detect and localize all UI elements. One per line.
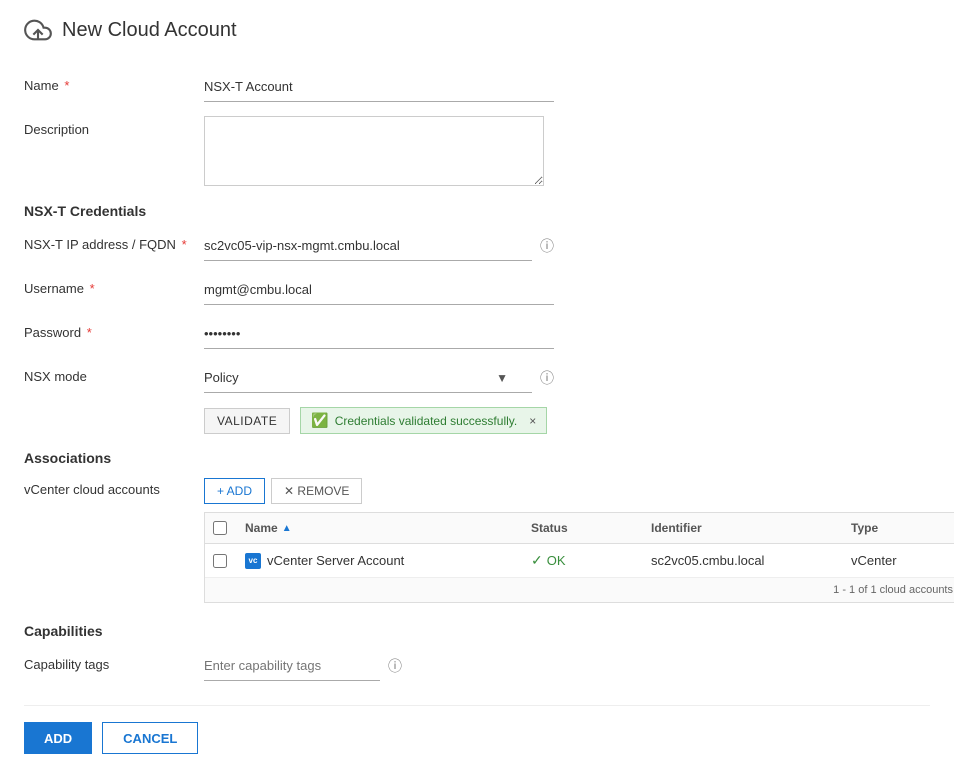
ip-info-icon[interactable]: ⓘ xyxy=(540,236,554,256)
name-field-wrapper xyxy=(204,72,554,102)
footer-buttons: ADD CANCEL xyxy=(24,705,930,754)
password-input[interactable] xyxy=(204,319,554,349)
status-column-header: Status xyxy=(523,521,643,535)
nsx-credentials-heading: NSX-T Credentials xyxy=(24,203,930,219)
row-identifier-cell: sc2vc05.cmbu.local xyxy=(643,553,843,568)
capabilities-heading: Capabilities xyxy=(24,623,930,639)
vcenter-accounts-row: vCenter cloud accounts + ADD ✕ REMOVE Na… xyxy=(24,478,930,603)
page-header: New Cloud Account xyxy=(24,16,930,52)
name-column-header: Name ▲ xyxy=(237,521,523,535)
description-label: Description xyxy=(24,116,204,137)
assoc-buttons: + ADD ✕ REMOVE xyxy=(204,478,954,504)
vcenter-controls: + ADD ✕ REMOVE Name ▲ Status Identifier … xyxy=(204,478,954,603)
nsx-mode-row: NSX mode Policy Manager ▼ ⓘ xyxy=(24,363,930,393)
nsx-mode-select[interactable]: Policy Manager xyxy=(204,363,532,393)
password-field-wrapper xyxy=(204,319,554,349)
capability-tags-input[interactable] xyxy=(204,651,380,681)
cancel-button[interactable]: CANCEL xyxy=(102,722,198,754)
vcenter-table: Name ▲ Status Identifier Type vc vCenter… xyxy=(204,512,954,603)
add-submit-button[interactable]: ADD xyxy=(24,722,92,754)
name-label: Name * xyxy=(24,72,204,93)
ip-field-wrapper: ⓘ xyxy=(204,231,554,261)
nsx-mode-label: NSX mode xyxy=(24,363,204,384)
ip-label: NSX-T IP address / FQDN * xyxy=(24,231,204,252)
sort-asc-icon: ▲ xyxy=(282,523,292,534)
row-type-cell: vCenter xyxy=(843,553,954,568)
cloud-sync-icon xyxy=(24,16,52,44)
cap-tags-info-icon[interactable]: ⓘ xyxy=(388,656,402,676)
description-textarea[interactable] xyxy=(204,116,544,186)
nsx-mode-select-wrapper: Policy Manager ▼ xyxy=(204,363,532,393)
table-header: Name ▲ Status Identifier Type xyxy=(205,513,954,544)
type-column-header: Type xyxy=(843,521,954,535)
capability-tags-row: Capability tags ⓘ xyxy=(24,651,930,681)
validate-row: VALIDATE ✅ Credentials validated success… xyxy=(204,407,930,434)
remove-button[interactable]: ✕ REMOVE xyxy=(271,478,362,504)
name-row: Name * xyxy=(24,72,930,102)
associations-heading: Associations xyxy=(24,450,930,466)
table-footer: 1 - 1 of 1 cloud accounts xyxy=(205,578,954,602)
capability-tags-label: Capability tags xyxy=(24,651,204,672)
ip-row: NSX-T IP address / FQDN * ⓘ xyxy=(24,231,930,261)
username-field-wrapper xyxy=(204,275,554,305)
vcenter-accounts-label: vCenter cloud accounts xyxy=(24,478,204,497)
row-name-cell: vc vCenter Server Account xyxy=(237,553,523,569)
description-field-wrapper xyxy=(204,116,554,189)
description-row: Description xyxy=(24,116,930,189)
close-success-icon[interactable]: × xyxy=(529,414,536,428)
checkbox-header-cell xyxy=(205,521,237,535)
vcenter-icon: vc xyxy=(245,553,261,569)
username-row: Username * xyxy=(24,275,930,305)
check-circle-icon: ✅ xyxy=(311,412,328,429)
success-message-text: Credentials validated successfully. xyxy=(335,414,518,428)
name-input[interactable] xyxy=(204,72,554,102)
row-status-cell: ✓ OK xyxy=(523,552,643,569)
table-row: vc vCenter Server Account ✓ OK sc2vc05.c… xyxy=(205,544,954,578)
ok-check-icon: ✓ xyxy=(531,552,543,569)
nsx-mode-wrapper: Policy Manager ▼ ⓘ xyxy=(204,363,554,393)
capability-input-wrapper: ⓘ xyxy=(204,651,402,681)
select-all-checkbox[interactable] xyxy=(213,521,227,535)
nsx-mode-info-icon[interactable]: ⓘ xyxy=(540,368,554,388)
identifier-column-header: Identifier xyxy=(643,521,843,535)
row-checkbox[interactable] xyxy=(213,554,227,568)
new-cloud-account-page: New Cloud Account Name * Description NSX… xyxy=(0,0,954,778)
row-checkbox-cell xyxy=(205,554,237,568)
password-label: Password * xyxy=(24,319,204,340)
ip-input[interactable] xyxy=(204,231,532,261)
validate-button[interactable]: VALIDATE xyxy=(204,408,290,434)
page-title: New Cloud Account xyxy=(62,19,237,42)
success-message-badge: ✅ Credentials validated successfully. × xyxy=(300,407,547,434)
add-button[interactable]: + ADD xyxy=(204,478,265,504)
password-row: Password * xyxy=(24,319,930,349)
username-label: Username * xyxy=(24,275,204,296)
username-input[interactable] xyxy=(204,275,554,305)
